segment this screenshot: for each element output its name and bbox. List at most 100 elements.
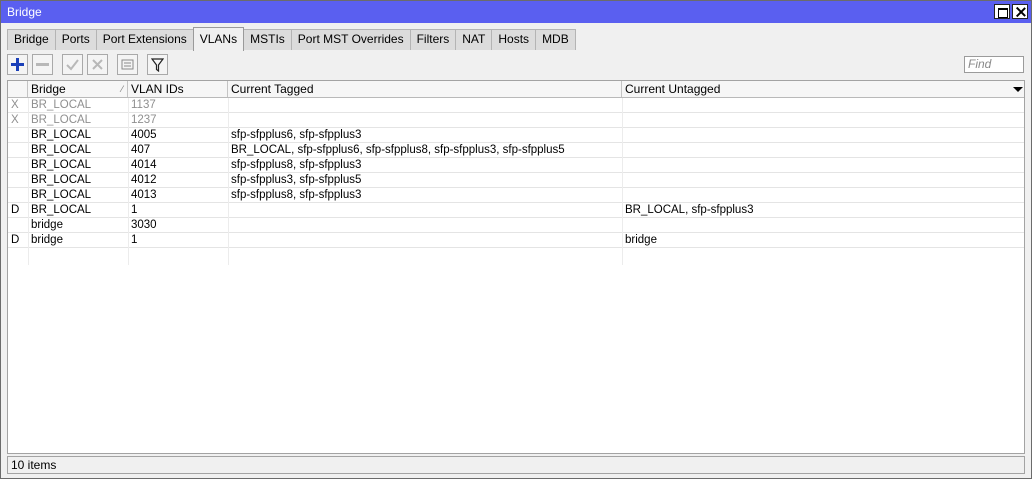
column-divider [622,98,623,265]
table-row[interactable]: BR_LOCAL 4005 sfp-sfpplus6, sfp-sfpplus3 [8,128,1024,143]
disable-button[interactable] [87,54,108,75]
remove-button[interactable] [32,54,53,75]
cell-vlan-ids: 407 [131,144,151,156]
cell-current-untagged [622,158,1024,173]
cell-current-tagged [228,218,622,233]
cell-current-untagged [622,188,1024,203]
cell-current-untagged [622,128,1024,143]
tab-mstis[interactable]: MSTIs [243,29,292,50]
tab-bridge[interactable]: Bridge [7,29,56,50]
cell-flag [8,218,28,233]
column-divider [128,98,129,265]
cell-flag: X [11,114,19,126]
find-input[interactable]: Find [964,56,1024,73]
table-row[interactable]: D BR_LOCAL 1 BR_LOCAL, sfp-sfpplus3 [8,203,1024,218]
disable-icon [92,59,103,70]
remove-icon [36,63,49,66]
tab-nat[interactable]: NAT [455,29,493,50]
column-header-current-tagged[interactable]: Current Tagged [228,81,622,97]
cell-bridge: BR_LOCAL [31,174,92,186]
cell-bridge: BR_LOCAL [31,159,92,171]
enable-button[interactable] [62,54,83,75]
column-header-bridge[interactable]: Bridge ⁄ [28,81,128,97]
cell-flag [8,143,28,158]
cell-vlan-ids: 3030 [131,219,157,231]
cell-vlan-ids: 4005 [131,129,157,141]
tab-bar: Bridge Ports Port Extensions VLANs MSTIs… [7,27,576,51]
status-bar: 10 items [7,456,1025,474]
table-header: Bridge ⁄ VLAN IDs Current Tagged Current… [8,81,1024,98]
cell-vlan-ids: 4013 [131,189,157,201]
cell-vlan-ids: 4014 [131,159,157,171]
cell-bridge: bridge [31,219,63,231]
cell-vlan-ids: 1 [131,234,138,246]
cell-flag [8,158,28,173]
table-row[interactable]: bridge 3030 [8,218,1024,233]
restore-icon[interactable] [994,4,1010,19]
cell-current-untagged: BR_LOCAL, sfp-sfpplus3 [625,204,754,216]
cell-vlan-ids: 1237 [131,114,157,126]
cell-flag [8,173,28,188]
column-header-flags[interactable] [8,81,28,97]
filter-icon [151,57,164,72]
add-button[interactable] [7,54,28,75]
bridge-window: Bridge Bridge Ports Port Extensions VLAN… [0,0,1032,479]
tab-ports[interactable]: Ports [54,29,97,50]
tab-port-mst-overrides[interactable]: Port MST Overrides [290,29,411,50]
table-row[interactable]: BR_LOCAL 407 BR_LOCAL, sfp-sfpplus6, sfp-s… [8,143,1024,158]
tab-filters[interactable]: Filters [409,29,457,50]
comment-button[interactable] [117,54,138,75]
table-row[interactable]: X BR_LOCAL 1137 [8,98,1024,113]
close-icon[interactable] [1012,4,1028,19]
tab-vlans[interactable]: VLANs [192,27,245,51]
cell-flag: X [11,99,19,111]
column-divider [228,98,229,265]
cell-current-tagged: BR_LOCAL, sfp-sfpplus6, sfp-sfpplus8, sf… [231,144,565,156]
cell-current-untagged [622,143,1024,158]
cell-current-untagged [622,218,1024,233]
vlan-table: Bridge ⁄ VLAN IDs Current Tagged Current… [7,80,1025,454]
cell-current-untagged [622,113,1024,128]
sort-indicator-icon: ⁄ [121,84,123,94]
cell-bridge: BR_LOCAL [31,189,92,201]
column-header-bridge-label: Bridge [31,82,66,96]
table-row[interactable]: Dbridge 1 bridge [8,233,1024,248]
table-row[interactable]: X BR_LOCAL 1237 [8,113,1024,128]
cell-current-tagged [228,233,622,248]
window-title: Bridge [7,5,42,19]
filter-button[interactable] [147,54,168,75]
column-menu-dropdown-icon[interactable] [1010,81,1024,97]
cell-flag: D [11,234,20,246]
tab-port-extensions[interactable]: Port Extensions [95,29,194,50]
cell-vlan-ids: 1137 [131,99,156,111]
cell-current-tagged [228,98,622,113]
cell-current-tagged: sfp-sfpplus8, sfp-sfpplus3 [231,189,362,201]
cell-flag: D [11,204,20,216]
cell-bridge: BR_LOCAL [31,144,92,156]
cell-bridge: BR_LOCAL [31,204,92,216]
table-row[interactable]: BR_LOCAL 4012 sfp-sfpplus3, sfp-sfpplus5 [8,173,1024,188]
cell-current-untagged: bridge [625,234,657,246]
comment-icon [121,59,134,70]
cell-vlan-ids: 1 [131,204,138,216]
tab-hosts[interactable]: Hosts [491,29,537,50]
add-icon [11,58,24,71]
title-bar[interactable]: Bridge [1,1,1031,23]
cell-bridge: BR_LOCAL [31,114,92,126]
enable-icon [66,59,79,71]
cell-current-tagged [228,113,622,128]
cell-bridge: BR_LOCAL [31,99,92,111]
cell-current-tagged [228,203,622,218]
cell-current-tagged: sfp-sfpplus6, sfp-sfpplus3 [231,129,362,141]
cell-current-untagged [622,98,1024,113]
column-divider [28,98,29,265]
cell-current-untagged [622,173,1024,188]
cell-flag [8,188,28,203]
tab-mdb[interactable]: MDB [535,29,576,50]
cell-current-tagged: sfp-sfpplus8, sfp-sfpplus3 [231,159,362,171]
table-row[interactable]: BR_LOCAL 4013 sfp-sfpplus8, sfp-sfpplus3 [8,188,1024,203]
column-header-current-untagged[interactable]: Current Untagged [622,81,1010,97]
table-row[interactable]: BR_LOCAL 4014 sfp-sfpplus8, sfp-sfpplus3 [8,158,1024,173]
column-header-vlan-ids[interactable]: VLAN IDs [128,81,228,97]
cell-bridge: bridge [31,234,63,246]
